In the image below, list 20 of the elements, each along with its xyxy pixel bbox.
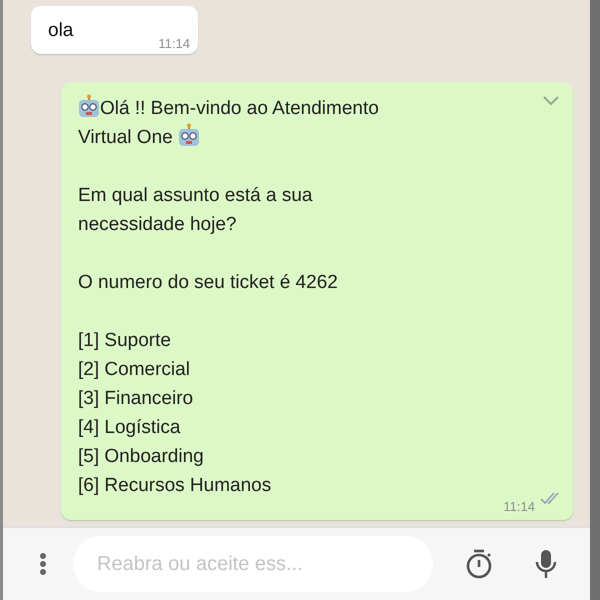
message-text: [1] Suporte [78, 330, 171, 351]
message-text: Virtual One [78, 127, 173, 148]
microphone-icon[interactable] [535, 549, 557, 579]
timer-icon[interactable] [465, 549, 493, 579]
message-text: necessidade hoje? [78, 214, 236, 235]
robot-icon [78, 94, 100, 118]
message-text: [4] Logística [78, 417, 180, 438]
message-text: ola [48, 20, 74, 42]
message-text: [5] Onboarding [78, 446, 204, 467]
message-text: Olá !! Bem-vindo ao Atendimento [100, 98, 379, 119]
message-input[interactable]: Reabra ou aceite ess... [73, 536, 433, 592]
message-time: 11:14 [503, 500, 535, 514]
message-text: [2] Comercial [78, 359, 190, 380]
message-text: [3] Financeiro [78, 388, 194, 409]
message-time: 11:14 [158, 36, 190, 51]
message-text: [6] Recursos Humanos [78, 475, 272, 496]
message-text: Em qual assunto está a sua [78, 185, 312, 206]
more-options-icon[interactable] [39, 552, 47, 576]
robot-icon [178, 123, 200, 147]
message-text: O numero do seu ticket é 4262 [78, 272, 338, 293]
